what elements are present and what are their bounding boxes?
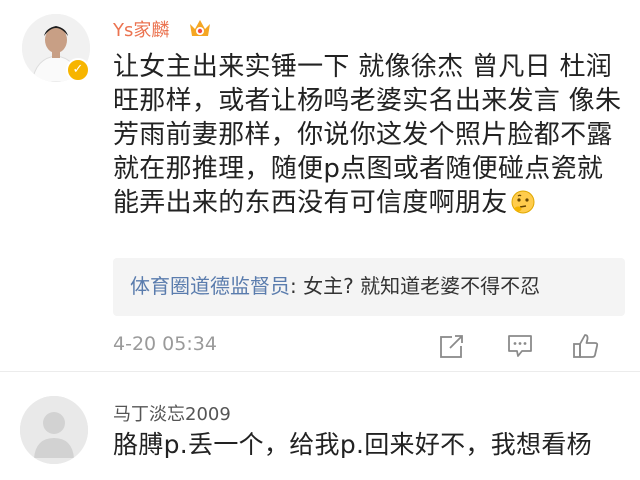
vip-crown-icon [190,20,210,36]
comment-username[interactable]: Ys家麟 [113,16,169,42]
comment-text: 让女主出来实锤一下 就像徐杰 曾凡日 杜润旺那样，或者让杨鸣老婆实名出来发言 像… [113,50,623,240]
reply-preview[interactable]: 体育圈道德监督员: 女主? 就知道老婆不得不忍 [113,258,625,316]
reply-separator: : [290,274,304,298]
thinking-face-emoji-icon [511,190,535,214]
reply-text: 女主? 就知道老婆不得不忍 [303,274,541,298]
comment-item: ✓ Ys家麟 让女主出来实锤一下 就像徐杰 曾凡日 杜润旺那样，或者让杨鸣老婆实… [0,0,640,372]
comment-item: 马丁淡忘2009 胳膊p.丢一个，给我p.回来好不，我想看杨 [0,372,640,480]
comment-body: 让女主出来实锤一下 就像徐杰 曾凡日 杜润旺那样，或者让杨鸣老婆实名出来发言 像… [113,52,622,218]
comment-username[interactable]: 马丁淡忘2009 [113,400,231,426]
avatar[interactable] [20,396,88,464]
like-icon[interactable] [572,332,600,360]
comment-icon[interactable] [506,332,534,360]
comment-timestamp: 4-20 05:34 [113,333,217,355]
share-icon[interactable] [438,332,466,360]
verified-badge-icon: ✓ [66,58,90,82]
comment-text: 胳膊p.丢一个，给我p.回来好不，我想看杨 [113,430,592,459]
reply-author[interactable]: 体育圈道德监督员 [130,274,290,298]
